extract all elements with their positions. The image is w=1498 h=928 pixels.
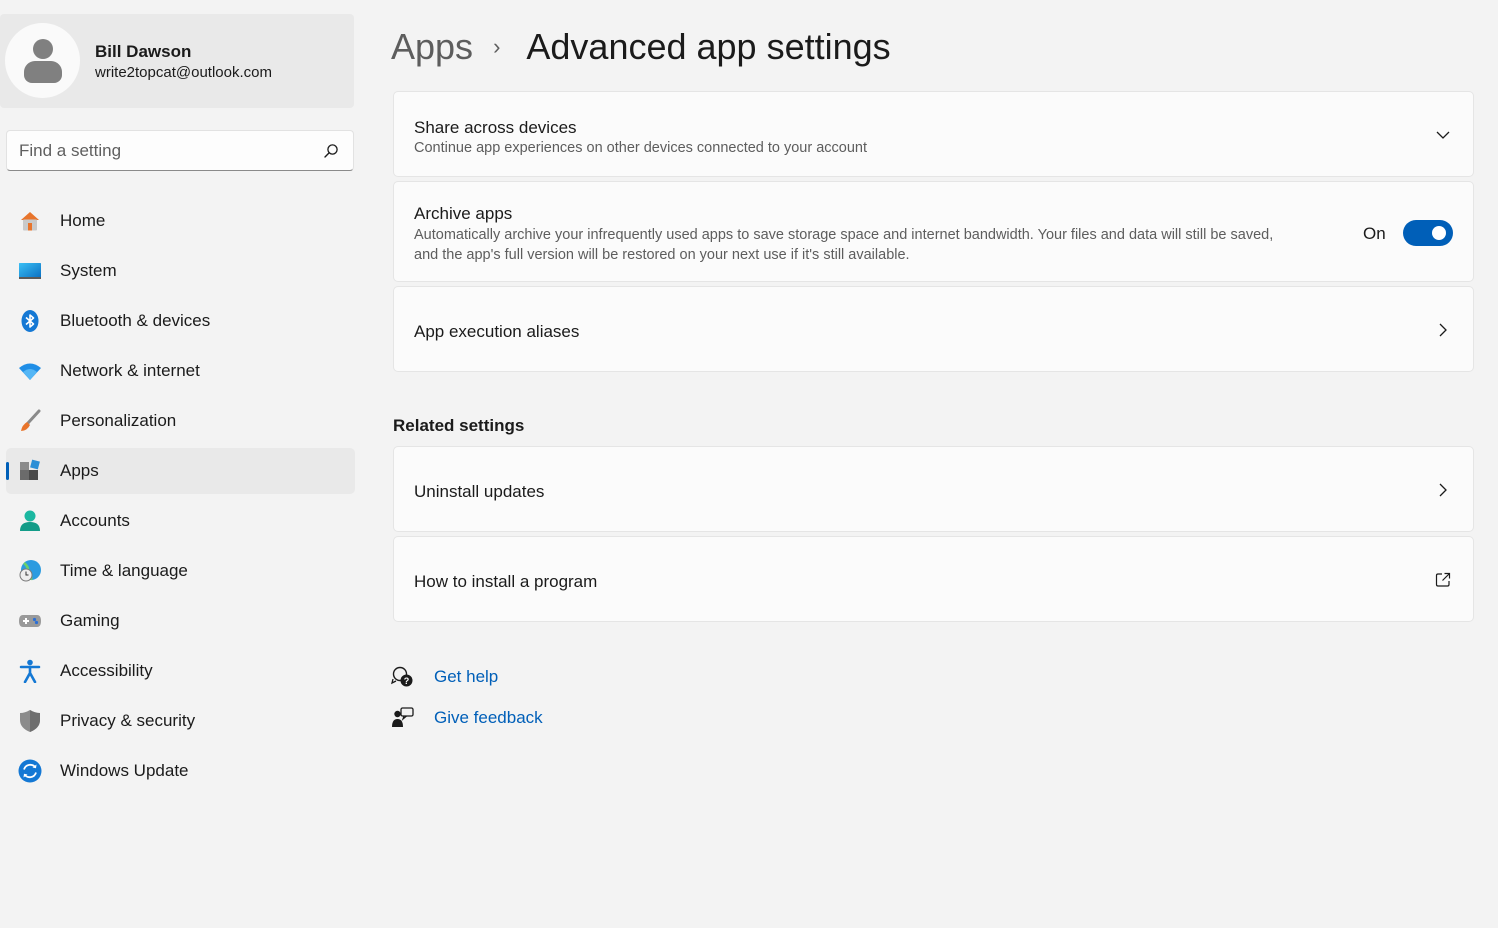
sidebar-item-label: Personalization: [60, 411, 177, 430]
sidebar-item-label: Network & internet: [60, 361, 200, 380]
page-title: Advanced app settings: [526, 26, 891, 67]
system-icon: [19, 263, 41, 279]
sidebar-item-home[interactable]: Home: [6, 198, 355, 244]
card-title: How to install a program: [414, 572, 598, 591]
avatar: [5, 23, 80, 98]
card-title: Archive apps: [414, 204, 513, 223]
sidebar-item-privacy[interactable]: Privacy & security: [6, 698, 355, 744]
sidebar-item-label: Home: [60, 211, 106, 230]
gamepad-icon: [19, 615, 41, 627]
sidebar-item-label: Privacy & security: [60, 711, 196, 730]
brush-icon: [21, 409, 41, 431]
sidebar-item-accounts[interactable]: Accounts: [6, 498, 355, 544]
sidebar-item-personalization[interactable]: Personalization: [6, 398, 355, 444]
chevron-down-icon[interactable]: [1435, 127, 1451, 143]
breadcrumb-separator: ›: [493, 34, 501, 59]
sidebar-item-label: Gaming: [60, 611, 120, 630]
user-profile[interactable]: Bill Dawson write2topcat@outlook.com: [0, 14, 354, 108]
nav-list: Home System Bluetooth & devices Network …: [6, 198, 355, 798]
time-language-icon: [19, 560, 41, 582]
related-settings-heading: Related settings: [393, 416, 525, 435]
sidebar-item-label: Accessibility: [60, 661, 153, 680]
get-help-link[interactable]: ? Get help: [391, 664, 498, 690]
get-help-icon: ?: [391, 666, 413, 687]
toggle-state-label: On: [1363, 224, 1386, 243]
external-link-icon: [1435, 572, 1451, 587]
shield-icon: [20, 710, 40, 732]
svg-text:?: ?: [404, 676, 410, 686]
chevron-right-icon: [1439, 483, 1447, 497]
sidebar-item-label: Accounts: [60, 511, 130, 530]
home-icon: [21, 212, 39, 231]
toggle-knob: [1432, 226, 1446, 240]
search-input[interactable]: [19, 140, 309, 162]
share-across-devices-card[interactable]: Share across devices Continue app experi…: [393, 91, 1474, 177]
card-description-line-2: and the app's full version will be resto…: [414, 247, 910, 263]
sidebar-item-label: Bluetooth & devices: [60, 311, 211, 330]
profile-email: write2topcat@outlook.com: [95, 64, 272, 81]
get-help-label: Get help: [434, 667, 499, 686]
sidebar-item-apps[interactable]: Apps: [6, 448, 355, 494]
sidebar-item-label: Windows Update: [60, 761, 189, 780]
card-title: Share across devices: [414, 118, 577, 137]
accessibility-icon: [19, 659, 41, 683]
accounts-icon: [20, 510, 40, 531]
sidebar-item-system[interactable]: System: [6, 248, 355, 294]
sidebar-item-network[interactable]: Network & internet: [6, 348, 355, 394]
sidebar-item-bluetooth[interactable]: Bluetooth & devices: [6, 298, 355, 344]
sidebar-item-label: Time & language: [60, 561, 188, 580]
card-title: Uninstall updates: [414, 482, 545, 501]
sidebar-item-windows-update[interactable]: Windows Update: [6, 748, 355, 794]
archive-apps-card: Archive apps Automatically archive your …: [393, 181, 1474, 282]
how-to-install-program-card[interactable]: How to install a program: [393, 536, 1474, 622]
sidebar-item-gaming[interactable]: Gaming: [6, 598, 355, 644]
sidebar-item-label: System: [60, 261, 117, 280]
apps-icon: [20, 459, 40, 480]
wifi-icon: [19, 363, 41, 380]
app-execution-aliases-card[interactable]: App execution aliases: [393, 286, 1474, 372]
give-feedback-label: Give feedback: [434, 708, 543, 727]
give-feedback-link[interactable]: Give feedback: [391, 705, 543, 731]
card-description-line-1: Automatically archive your infrequently …: [414, 227, 1274, 243]
breadcrumb: Apps › Advanced app settings: [391, 25, 891, 69]
give-feedback-icon: [392, 707, 414, 727]
card-title: App execution aliases: [414, 322, 580, 341]
search-box: [6, 130, 354, 171]
sidebar-item-label: Apps: [60, 461, 99, 480]
uninstall-updates-card[interactable]: Uninstall updates: [393, 446, 1474, 532]
bluetooth-icon: [21, 310, 39, 332]
profile-name: Bill Dawson: [95, 42, 192, 61]
sidebar: Bill Dawson write2topcat@outlook.com Hom…: [0, 0, 372, 928]
breadcrumb-parent-link[interactable]: Apps: [391, 26, 473, 68]
search-icon[interactable]: [323, 143, 339, 159]
sidebar-item-accessibility[interactable]: Accessibility: [6, 648, 355, 694]
chevron-right-icon: [1439, 323, 1447, 337]
sidebar-item-time-language[interactable]: Time & language: [6, 548, 355, 594]
card-description: Continue app experiences on other device…: [414, 140, 868, 156]
update-icon: [18, 759, 42, 783]
archive-apps-toggle[interactable]: [1403, 220, 1453, 246]
